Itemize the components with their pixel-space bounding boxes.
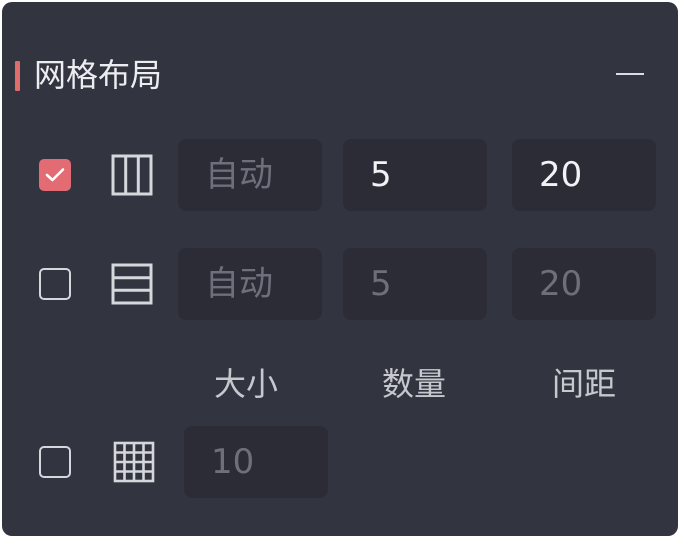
grid-size-input[interactable]: 10 [184,426,328,498]
column-layout-icon [110,153,154,197]
column-layout-row: 自动 5 20 [2,139,678,211]
panel-title: 网格布局 [34,56,163,94]
row-size-input[interactable]: 自动 [178,248,322,320]
column-gap-input[interactable]: 20 [512,139,656,211]
label-gap: 间距 [552,365,617,403]
label-count: 数量 [382,365,447,403]
grid-layout-checkbox[interactable] [39,446,71,478]
column-count-input[interactable]: 5 [343,139,487,211]
panel-header: 网格布局 [2,46,678,104]
row-count-input[interactable]: 5 [343,248,487,320]
row-layout-row: 自动 5 20 [2,248,678,320]
column-size-input[interactable]: 自动 [178,139,322,211]
field-labels: 大小 数量 间距 [2,362,678,406]
label-size: 大小 [214,365,279,403]
grid-layout-icon [112,440,156,484]
grid-layout-panel: 网格布局 自动 5 20 自动 5 20 大小 数量 间距 10 [2,2,678,536]
collapse-icon[interactable] [616,73,644,75]
row-layout-checkbox[interactable] [39,268,71,300]
row-layout-icon [110,262,154,306]
row-gap-input[interactable]: 20 [512,248,656,320]
column-layout-checkbox[interactable] [39,159,71,191]
grid-layout-row: 10 [2,426,678,498]
title-accent-bar [15,61,20,91]
